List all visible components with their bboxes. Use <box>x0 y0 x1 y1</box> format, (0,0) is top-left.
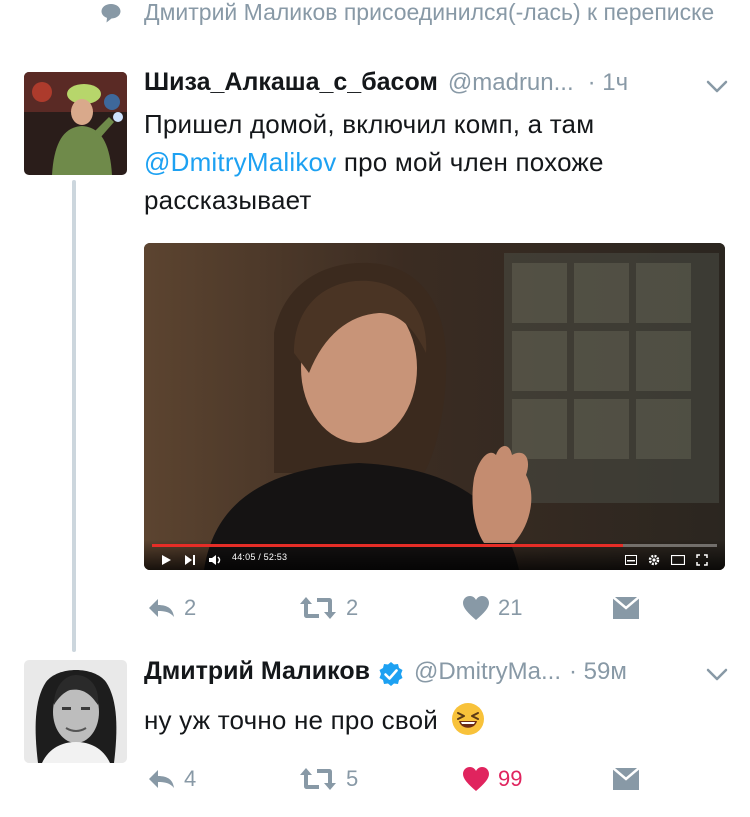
display-name[interactable]: Дмитрий Маликов <box>144 657 370 686</box>
subtitles-icon[interactable] <box>625 555 637 565</box>
mention-link[interactable]: @DmitryMalikov <box>144 147 336 177</box>
join-notice: Дмитрий Маликов присоединился(-лась) к п… <box>144 0 715 25</box>
envelope-icon <box>612 596 640 619</box>
like-count: 21 <box>498 595 523 620</box>
reply-count: 2 <box>184 595 197 620</box>
timestamp[interactable]: · 1ч <box>588 69 629 97</box>
video-frame <box>144 243 725 570</box>
reply-button[interactable]: 2 <box>146 595 196 621</box>
play-icon[interactable] <box>160 554 172 566</box>
chevron-down-icon[interactable] <box>706 668 728 682</box>
next-icon[interactable] <box>184 554 196 566</box>
retweet-icon <box>300 597 336 619</box>
like-button[interactable]: 99 <box>462 766 522 792</box>
retweet-count: 5 <box>346 766 359 791</box>
tweet-header: Дмитрий Маликов @DmitryMa... · 59м <box>144 657 704 691</box>
avatar[interactable] <box>24 660 127 763</box>
tweet-text-part: Пришел домой, включил комп, а там <box>144 109 595 139</box>
video-progress-bar[interactable] <box>152 544 717 547</box>
timestamp[interactable]: · 59м <box>569 658 627 686</box>
speech-bubble-icon <box>101 4 121 23</box>
retweet-count: 2 <box>346 595 359 620</box>
retweet-button[interactable]: 2 <box>298 595 358 621</box>
chevron-down-icon[interactable] <box>706 80 728 94</box>
verified-badge-icon <box>379 662 403 686</box>
display-name[interactable]: Шиза_Алкаша_с_басом <box>144 68 438 97</box>
envelope-icon <box>612 767 640 790</box>
retweet-button[interactable]: 5 <box>298 766 358 792</box>
video-progress-fill <box>152 544 624 547</box>
reply-icon <box>149 770 174 788</box>
user-handle[interactable]: @madrun... <box>448 69 574 97</box>
tweet-text-part: ну уж точно не про свой <box>144 705 438 735</box>
settings-gear-icon[interactable] <box>648 554 660 566</box>
heart-icon <box>463 596 489 620</box>
video-time: 44:05 / 52:53 <box>232 552 288 562</box>
user-handle[interactable]: @DmitryMa... <box>414 658 561 686</box>
direct-message-button[interactable] <box>612 596 648 620</box>
fullscreen-icon[interactable] <box>696 554 708 566</box>
volume-icon[interactable] <box>208 554 222 566</box>
tweet-text: ну уж точно не про свой <box>144 701 724 739</box>
avatar[interactable] <box>24 72 127 175</box>
reply-count: 4 <box>184 766 197 791</box>
theater-mode-icon[interactable] <box>671 555 685 565</box>
reply-icon <box>149 599 174 617</box>
video-player[interactable]: 44:05 / 52:53 <box>144 243 725 570</box>
reply-button[interactable]: 4 <box>146 766 196 792</box>
thread-line <box>72 180 76 652</box>
heart-icon <box>463 767 489 791</box>
like-button[interactable]: 21 <box>462 595 522 621</box>
tweet-text: Пришел домой, включил комп, а там @Dmitr… <box>144 105 724 219</box>
retweet-icon <box>300 768 336 790</box>
tweet-header: Шиза_Алкаша_с_басом @madrun... · 1ч <box>144 68 704 102</box>
like-count: 99 <box>498 766 523 791</box>
direct-message-button[interactable] <box>612 767 648 791</box>
laughing-face-icon <box>452 703 485 735</box>
